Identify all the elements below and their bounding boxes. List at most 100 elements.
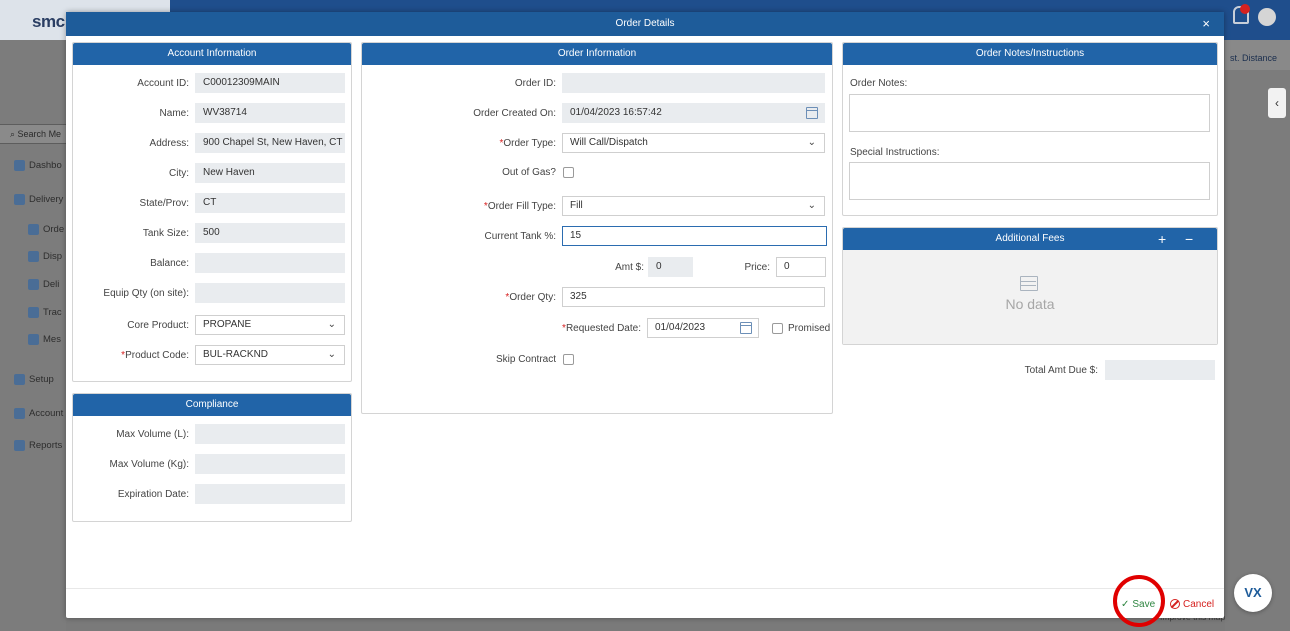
special-instructions-textarea[interactable] (849, 162, 1210, 200)
sidebar-item-setup[interactable]: Setup (0, 369, 66, 389)
product-code-row: *Product Code: BUL-RACKND ⌄ (73, 345, 345, 365)
max-volume-kg-label: Max Volume (Kg): (109, 458, 189, 470)
assistant-button[interactable]: VX (1234, 574, 1272, 612)
account-panel: Account Information Account ID: C0001230… (72, 42, 352, 382)
modal-header: Order Details × (66, 12, 1224, 36)
sidebar-item-deliveries[interactable]: Deli (0, 274, 66, 294)
name-label: Name: (159, 107, 189, 119)
fill-type-label: *Order Fill Type: (483, 200, 556, 212)
chevron-down-icon: ⌄ (327, 319, 336, 330)
compliance-panel-title: Compliance (73, 394, 351, 416)
out-of-gas-row: Out of Gas? (362, 167, 574, 178)
tank-pct-input[interactable]: 15 (562, 226, 827, 246)
address-row: Address: 900 Chapel St, New Haven, CT 06 (73, 133, 345, 153)
max-volume-l-field (195, 424, 345, 444)
balance-row: Balance: (73, 253, 345, 273)
account-id-label: Account ID: (137, 77, 189, 89)
max-kg-row: Max Volume (Kg): (73, 454, 345, 474)
core-product-label: Core Product: (127, 319, 189, 331)
created-field: 01/04/2023 16:57:42 (562, 103, 825, 123)
total-label: Total Amt Due $: (1024, 364, 1098, 376)
price-label: Price: (744, 261, 770, 273)
state-row: State/Prov: CT (73, 193, 345, 213)
out-of-gas-checkbox[interactable] (563, 167, 574, 178)
city-row: City: New Haven (73, 163, 345, 183)
fees-panel-header: Additional Fees + − (843, 228, 1217, 250)
close-icon[interactable]: × (1202, 12, 1210, 36)
fill-type-select[interactable]: Fill ⌄ (562, 196, 825, 216)
equip-row: Equip Qty (on site): (73, 283, 345, 303)
deliveries-icon (28, 278, 39, 290)
calendar-icon[interactable] (806, 107, 818, 119)
modal-title: Order Details (615, 18, 675, 29)
dashboard-icon (14, 159, 25, 171)
price-input[interactable]: 0 (776, 257, 826, 277)
expiration-field (195, 484, 345, 504)
sidebar-item-reports[interactable]: Reports (0, 435, 66, 455)
sidebar-item-dashboard[interactable]: Dashbo (0, 155, 66, 175)
promised-checkbox[interactable] (772, 322, 783, 334)
order-notes-textarea[interactable] (849, 94, 1210, 132)
sidebar-item-orders[interactable]: Orde (0, 219, 66, 239)
compliance-panel: Compliance Max Volume (L): Max Volume (K… (72, 393, 352, 522)
name-row: Name: WV38714 (73, 103, 345, 123)
right-panel (1225, 40, 1290, 631)
core-product-row: Core Product: PROPANE ⌄ (73, 315, 345, 335)
product-code-label: *Product Code: (121, 349, 189, 361)
sidebar-item-delivery[interactable]: Delivery (0, 189, 66, 209)
no-data-text: No data (1005, 296, 1055, 312)
collapse-chevron-icon[interactable]: ‹ (1268, 88, 1286, 118)
sidebar-item-dispatch[interactable]: Disp (0, 246, 66, 266)
fees-empty-state: No data (843, 250, 1217, 344)
cancel-label: Cancel (1183, 598, 1215, 610)
req-date-label: *Requested Date: (562, 322, 641, 334)
req-date-row: *Requested Date: 01/04/2023 Promised (362, 318, 830, 338)
name-field: WV38714 (195, 103, 345, 123)
order-type-select[interactable]: Will Call/Dispatch ⌄ (562, 133, 825, 153)
qty-input[interactable]: 325 (562, 287, 825, 307)
special-instructions-label: Special Instructions: (850, 147, 940, 158)
account-panel-title: Account Information (73, 43, 351, 65)
max-l-row: Max Volume (L): (73, 424, 345, 444)
skip-contract-checkbox[interactable] (563, 354, 574, 365)
search-placeholder: Search Me (17, 129, 62, 139)
equip-label: Equip Qty (on site): (103, 287, 189, 299)
accounts-icon (14, 407, 25, 419)
address-field: 900 Chapel St, New Haven, CT 06 (195, 133, 345, 153)
sidebar-item-messages[interactable]: Mes (0, 329, 66, 349)
remove-fee-button[interactable]: − (1185, 228, 1193, 250)
fees-panel-title: Additional Fees (995, 233, 1065, 244)
req-date-input[interactable]: 01/04/2023 (647, 318, 759, 338)
add-fee-button[interactable]: + (1158, 228, 1166, 250)
cancel-icon (1170, 599, 1180, 609)
skip-contract-row: Skip Contract (362, 354, 574, 365)
account-id-field: C00012309MAIN (195, 73, 345, 93)
state-field: CT (195, 193, 345, 213)
skip-contract-label: Skip Contract (495, 354, 556, 365)
calendar-icon[interactable] (740, 322, 752, 334)
equip-field (195, 283, 345, 303)
dispatch-icon (28, 250, 39, 262)
amt-label: Amt $: (615, 261, 644, 273)
tank-pct-label: Current Tank %: (484, 230, 556, 242)
fill-type-row: *Order Fill Type: Fill ⌄ (362, 196, 825, 216)
sidebar-item-tracking[interactable]: Trac (0, 302, 66, 322)
right-panel-header: st. Distance (1225, 40, 1290, 70)
core-product-select[interactable]: PROPANE ⌄ (195, 315, 345, 335)
avatar[interactable] (1258, 8, 1276, 26)
promised-label: Promised (788, 322, 831, 334)
order-id-field (562, 73, 825, 93)
product-code-select[interactable]: BUL-RACKND ⌄ (195, 345, 345, 365)
setup-icon (14, 373, 25, 385)
max-volume-l-label: Max Volume (L): (116, 428, 189, 440)
tank-pct-row: Current Tank %: 15 (362, 226, 827, 246)
order-type-label: *Order Type: (499, 137, 556, 149)
notification-badge (1240, 4, 1250, 14)
sidebar-search[interactable]: ⌕ Search Me (0, 124, 66, 144)
order-id-row: Order ID: (362, 73, 825, 93)
tank-size-field: 500 (195, 223, 345, 243)
tracking-icon (28, 306, 39, 318)
cancel-button[interactable]: Cancel (1170, 596, 1214, 612)
created-row: Order Created On: 01/04/2023 16:57:42 (362, 103, 825, 123)
sidebar-item-accounts[interactable]: Account (0, 403, 66, 423)
